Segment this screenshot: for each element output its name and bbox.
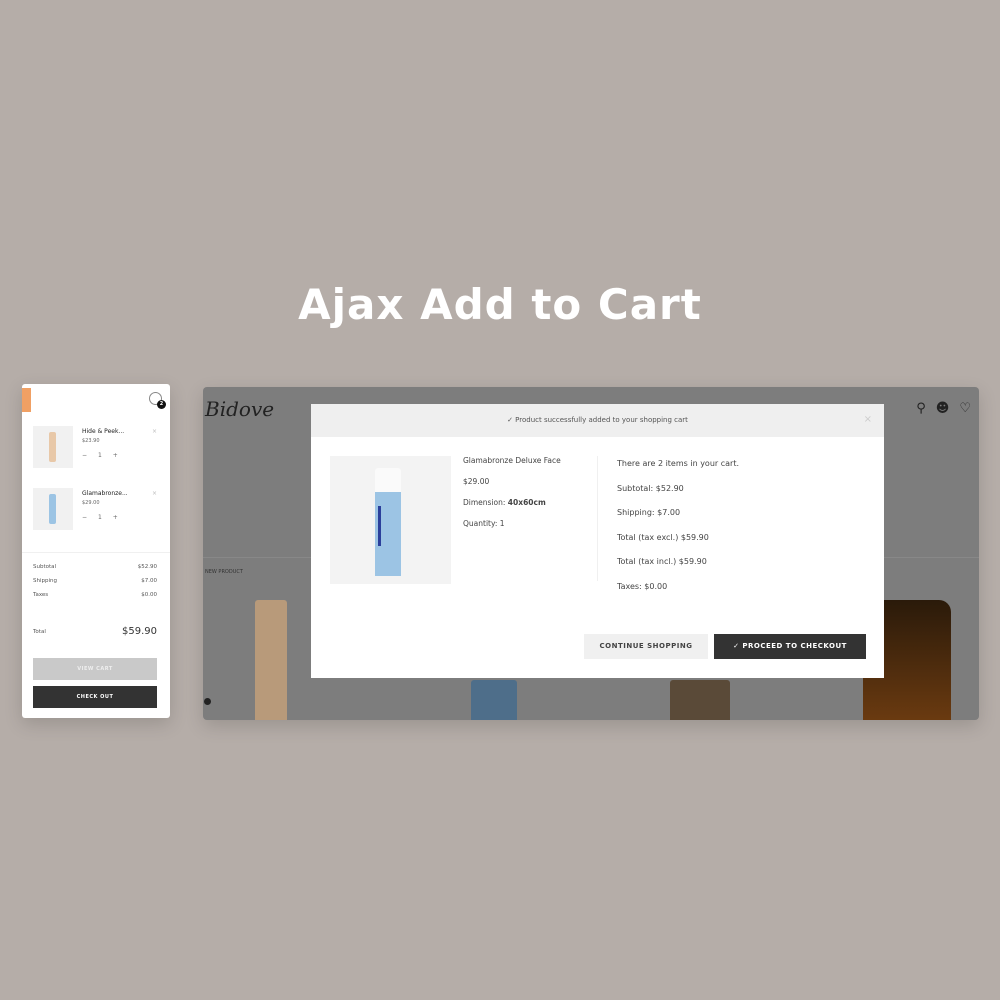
product-price: $29.00 [463,477,490,486]
taxes-row: Taxes $0.00 [33,592,157,598]
product-image[interactable] [471,680,517,720]
value: $7.00 [141,578,157,584]
value: $59.90 [122,626,157,637]
list-item: Glamabronze... $29.00 − 1 + × [33,488,161,532]
divider [22,552,170,553]
total-tax-excl: Total (tax excl.) $59.90 [617,532,709,542]
label: Taxes [33,592,49,598]
cart-count-badge: 2 [157,400,166,409]
user-icon[interactable]: ☻ [936,401,950,416]
value: $52.90 [137,564,157,570]
remove-icon[interactable]: × [152,428,157,435]
minus-button[interactable]: − [82,452,87,459]
mini-cart-panel: 2 Hide & Peek... $23.90 − 1 + × Glamabro… [22,384,170,718]
view-cart-button[interactable]: VIEW CART [33,658,157,680]
plus-button[interactable]: + [113,514,118,521]
shipping: Shipping: $7.00 [617,508,681,517]
product-image [330,456,451,584]
add-to-cart-modal: ✓ Product successfully added to your sho… [311,404,884,678]
accent-tab [22,388,31,412]
label: Shipping [33,578,57,584]
search-icon[interactable]: ⚲ [916,401,926,416]
product-name: Glamabronze Deluxe Face [463,456,561,465]
total-row: Total $59.90 [33,626,157,637]
subtotal: Subtotal: $52.90 [617,483,684,493]
item-name[interactable]: Glamabronze... [82,490,128,497]
slider-dot[interactable] [204,698,211,705]
item-name[interactable]: Hide & Peek... [82,428,124,435]
taxes: Taxes: $0.00 [617,581,668,591]
page-title: Ajax Add to Cart [298,280,702,329]
divider [597,456,598,581]
total-tax-incl: Total (tax incl.) $59.90 [617,557,707,566]
dimension-label: Dimension: [463,498,506,507]
success-message: ✓ Product successfully added to your sho… [311,404,884,437]
product-image[interactable] [670,680,730,720]
quantity-value: 1 [97,452,102,459]
logo[interactable]: Bidove [205,397,274,421]
dimension-value: 40x60cm [507,498,546,507]
product-dimension: Dimension: 40x60cm [463,498,561,507]
label: Subtotal [33,564,57,570]
label: Total [33,628,46,635]
quantity-value: 1 [97,514,102,521]
remove-icon[interactable]: × [152,490,157,497]
product-image[interactable] [255,600,287,720]
cart-icon[interactable]: ♡ [959,401,971,416]
proceed-to-checkout-button[interactable]: ✓ PROCEED TO CHECKOUT [714,634,866,659]
subtotal-row: Subtotal $52.90 [33,564,157,570]
cart-count: There are 2 items in your cart. [617,459,739,468]
close-icon[interactable]: × [864,414,872,425]
cart-icon[interactable]: 2 [149,392,166,409]
minus-button[interactable]: − [82,514,87,521]
product-quantity: Quantity: 1 [463,519,505,528]
continue-shopping-button[interactable]: CONTINUE SHOPPING [584,634,708,659]
quantity-stepper[interactable]: − 1 + [82,452,118,459]
item-price: $23.90 [82,438,100,444]
product-info: Glamabronze Deluxe Face $29.00 Dimension… [463,456,561,540]
section-label: NEW PRODUCT [205,569,243,575]
header-icons: ⚲ ☻ ♡ [916,401,971,416]
item-price: $29.00 [82,500,100,506]
product-thumbnail[interactable] [33,426,73,468]
plus-button[interactable]: + [113,452,118,459]
list-item: Hide & Peek... $23.90 − 1 + × [33,426,161,470]
value: $0.00 [141,592,157,598]
shipping-row: Shipping $7.00 [33,578,157,584]
product-thumbnail[interactable] [33,488,73,530]
quantity-stepper[interactable]: − 1 + [82,514,118,521]
cart-summary: There are 2 items in your cart. Subtotal… [617,459,739,606]
checkout-button[interactable]: CHECK OUT [33,686,157,708]
